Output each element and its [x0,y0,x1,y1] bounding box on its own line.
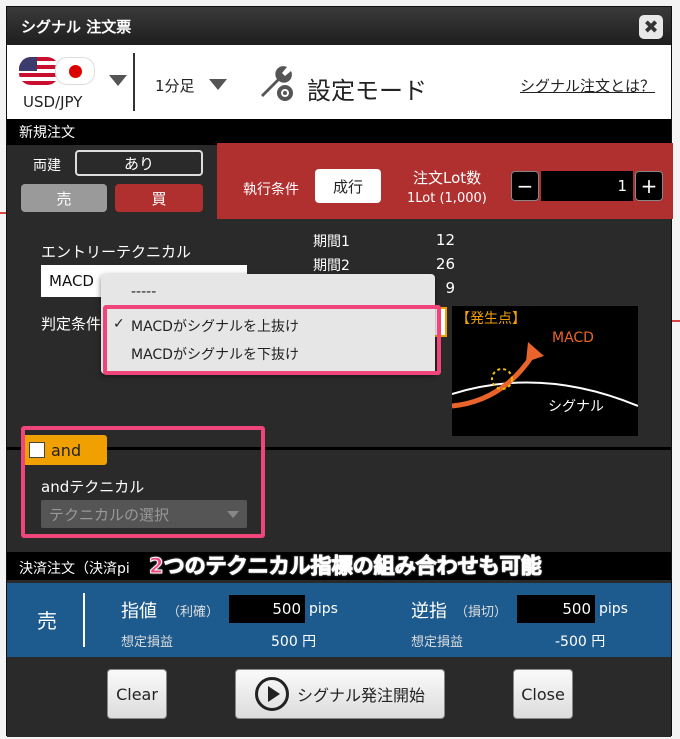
illustration-lines [452,342,638,409]
start-signal-label: シグナル発注開始 [296,686,425,705]
stop-pl-label: 想定損益 [411,635,464,650]
limit-unit: pips [309,601,338,617]
stop-pl-value: -500 円 [555,634,606,650]
limit-pl-label: 想定損益 [121,635,174,650]
mode-label: 設定モード [307,77,427,105]
wrench-gear-icon [261,66,293,101]
start-signal-button[interactable]: シグナル発注開始 [235,669,445,719]
macd-label: MACD [552,330,594,346]
sell-button[interactable]: 売 [21,184,107,212]
hedge-label: 両建 [33,158,61,174]
limit-sublabel: （利確） [167,605,220,620]
close-icon[interactable]: ✖ [639,15,663,39]
clear-button[interactable]: Clear [107,669,167,719]
hedge-select[interactable]: あり [75,150,203,176]
highlight-box [103,305,441,375]
param-name: 期間2 [313,258,350,274]
timeframe-chevron-down-icon[interactable] [209,79,227,90]
annotation-text: 2つのテクニカル指標の組み合わせも可能 [149,554,543,579]
limit-pips-input[interactable]: 500 [229,595,305,623]
limit-pl-value: 500 円 [271,634,317,650]
jp-flag-icon [55,57,95,85]
action-bar: Clear シグナル発注開始 Close [7,657,671,737]
timeframe-select[interactable]: 1分足 [155,75,195,96]
play-icon [254,677,289,711]
signal-illustration: 【発生点】 MACD シグナル [452,306,638,436]
lot-input[interactable]: 1 [541,171,633,201]
close-button[interactable]: Close [513,669,573,719]
judge-condition-label: 判定条件 [41,315,102,333]
lot-label: 注文Lot数 [413,169,482,187]
stop-sublabel: （損切） [455,605,508,620]
currency-flags[interactable] [19,57,95,85]
dropdown-option-empty[interactable]: ----- [101,284,435,300]
background-line [672,320,680,322]
highlight-box [21,426,265,538]
execution-panel: 執行条件 成行 注文Lot数 1Lot (1,000) − 1 + [217,143,673,219]
exec-condition-button[interactable]: 成行 [315,169,381,203]
buy-button[interactable]: 買 [115,184,203,212]
divider [133,53,135,111]
currency-chevron-down-icon[interactable] [109,75,127,86]
stop-unit: pips [599,601,628,617]
settlement-side: 売 [37,609,57,633]
new-order-header: 新規注文 [7,119,671,145]
stop-label: 逆指 [411,601,447,622]
param-value: 26 [435,255,455,273]
lot-minus-button[interactable]: − [511,171,539,201]
window-title: シグナル 注文票 [21,17,132,36]
settlement-title: 決済注文（決済pi [19,561,130,577]
lot-sublabel: 1Lot (1,000) [407,191,487,206]
param-name: 期間1 [313,234,350,250]
toolbar: USD/JPY 1分足 設定モード シグナル注文とは？ [7,45,671,119]
titlebar: シグナル 注文票 ✖ [7,7,671,45]
limit-label: 指値 [121,601,157,622]
entry-technical-value: MACD [49,272,94,290]
currency-pair: USD/JPY [23,93,83,111]
lot-plus-button[interactable]: + [635,171,663,201]
settlement-panel: 売 指値 （利確） 500 pips 想定損益 500 円 逆指 （損切） 50… [7,583,671,657]
help-link[interactable]: シグナル注文とは？ [520,75,655,96]
signal-order-dialog: シグナル 注文票 ✖ USD/JPY 1分足 設定モード シグナル注文とは？ 新… [6,6,673,737]
param-value: 12 [435,231,455,249]
stop-pips-input[interactable]: 500 [517,595,595,623]
exec-condition-label: 執行条件 [243,182,299,198]
signal-label: シグナル [548,399,604,415]
divider [83,593,85,647]
us-flag-icon [19,57,59,85]
entry-technical-label: エントリーテクニカル [41,243,192,261]
